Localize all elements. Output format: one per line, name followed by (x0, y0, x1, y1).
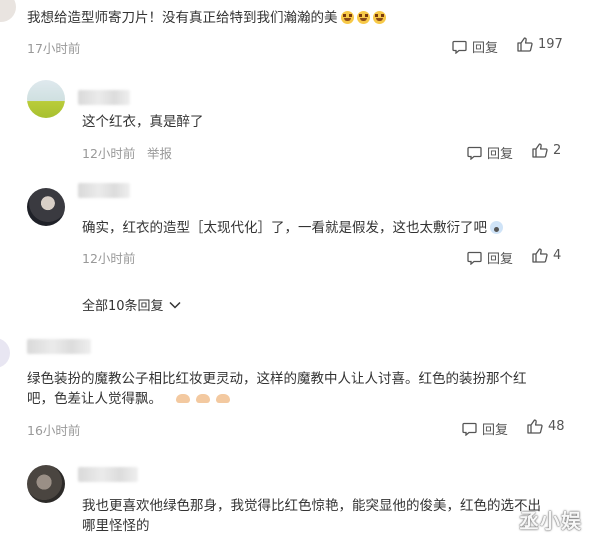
username-blurred[interactable] (78, 90, 130, 105)
reply-button[interactable]: 回复 (467, 143, 513, 162)
comment-text: 这个红衣，真是醉了 (82, 114, 204, 130)
avatar[interactable] (27, 80, 65, 118)
grin-sweat-icon (356, 11, 370, 24)
username-blurred[interactable] (27, 339, 91, 354)
clap-icon (196, 394, 210, 403)
clap-icon (216, 394, 230, 403)
avatar[interactable] (0, 338, 10, 368)
avatar[interactable] (27, 188, 65, 226)
reply-button[interactable]: 回复 (467, 248, 513, 267)
comment-time: 12小时前 (82, 146, 136, 161)
like-button[interactable]: 2 (532, 143, 561, 158)
comment-text: 我想给造型师寄刀片！没有真正给特到我们瀚瀚的美 (27, 5, 386, 31)
grin-sweat-icon (340, 11, 354, 24)
reply-icon (462, 422, 477, 436)
username-blurred[interactable] (78, 183, 130, 198)
watermark: 丞小娱 (519, 509, 582, 533)
report-link[interactable]: 举报 (147, 143, 172, 162)
avatar[interactable] (0, 0, 16, 24)
expand-replies-button[interactable]: 全部10条回复 (82, 295, 181, 314)
scared-face-icon (490, 221, 503, 234)
thumbs-up-icon (532, 143, 548, 158)
avatar[interactable] (27, 465, 65, 503)
comment-text-line-2: 吧，色差让人觉得飘。 (27, 386, 236, 412)
reply-button[interactable]: 回复 (452, 37, 498, 56)
reply-icon (467, 251, 482, 265)
comment-time: 17小时前 (27, 41, 81, 56)
comment-text-line-1: 我也更喜欢他绿色那身，我觉得比红色惊艳，能突显他的俊美，红色的选不出 (82, 498, 541, 514)
like-button[interactable]: 48 (527, 419, 565, 434)
grin-sweat-icon (372, 11, 386, 24)
thumbs-up-icon (517, 37, 533, 52)
clap-icon (176, 394, 190, 403)
chevron-down-icon (169, 301, 181, 309)
reply-icon (467, 146, 482, 160)
username-blurred[interactable] (78, 467, 138, 482)
like-button[interactable]: 4 (532, 248, 561, 263)
comment-text: 确实，红衣的造型［太现代化］了，一看就是假发，这也太敷衍了吧 (82, 215, 503, 241)
comment-time: 16小时前 (27, 423, 81, 438)
reply-button[interactable]: 回复 (462, 419, 508, 438)
comment-text-line-2: 哪里怪怪的 (82, 518, 150, 534)
thumbs-up-icon (527, 419, 543, 434)
comment-time: 12小时前 (82, 251, 136, 266)
like-button[interactable]: 197 (517, 37, 563, 52)
reply-icon (452, 40, 467, 54)
thumbs-up-icon (532, 248, 548, 263)
